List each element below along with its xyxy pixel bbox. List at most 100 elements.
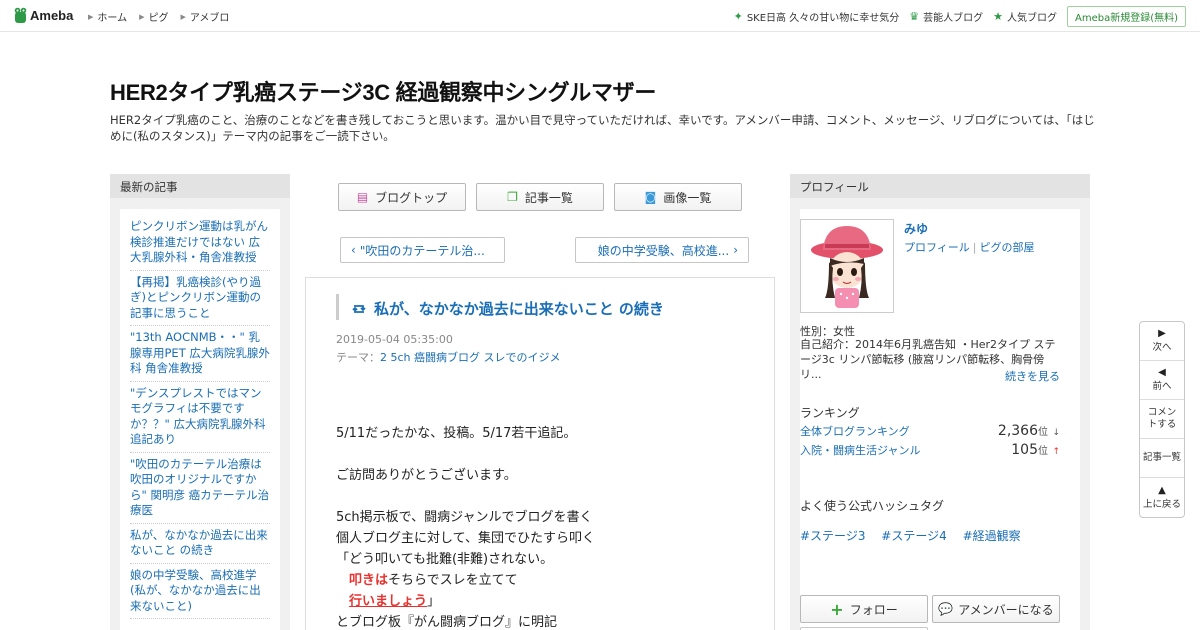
prev-article-side-button[interactable]: ◀ 前へ xyxy=(1140,361,1184,400)
speech-bubble-icon: 💬 xyxy=(938,602,954,616)
nav-home[interactable]: ▶ ホーム xyxy=(88,9,128,25)
theme-link[interactable]: 2 5ch 癌闘病ブログ スレでのイジメ xyxy=(380,351,561,364)
latest-article-item[interactable]: "吹田のカテーテル治療は吹田のオリジナルですから" 関明彦 癌カテーテル治療医 xyxy=(130,457,270,524)
article-list-button[interactable]: ❐ 記事一覧 xyxy=(476,183,604,211)
nav-ameblo[interactable]: ▶ アメブロ xyxy=(180,9,230,25)
copy-icon: ❐ xyxy=(507,190,518,204)
emphasis-text: 叩きは xyxy=(349,573,389,588)
ranking-heading: ランキング xyxy=(800,406,860,420)
hashtag-heading: よく使う公式ハッシュタグ xyxy=(800,499,945,513)
latest-articles-heading: 最新の記事 xyxy=(110,174,290,198)
rank-value: 105 xyxy=(1011,442,1038,458)
profile-heading: プロフィール xyxy=(790,174,1090,198)
caret-right-icon: ▶ xyxy=(139,12,145,21)
hashtag-link[interactable]: #ステージ3 xyxy=(800,529,865,543)
blog-title[interactable]: HER2タイプ乳癌ステージ3C 経過観察中シングルマザー xyxy=(110,75,656,107)
prev-article-button[interactable]: ‹ "吹田のカテーテル治... xyxy=(340,237,505,263)
top-right-links: ✦ SKE日高 久々の甘い物に幸せ気分 ♛ 芸能人ブログ ★ 人気ブログ Ameba新… xyxy=(734,6,1186,27)
body-line: 「どう叩いても批難(非難)されない。 xyxy=(336,552,554,567)
latest-article-item[interactable]: ピンクリボン運動は乳がん検診推進だけではない 広大乳腺外科・角舎准教授 xyxy=(130,219,270,271)
image-list-label: 画像一覧 xyxy=(663,190,712,205)
article-body: 5/11だったかな、投稿。5/17若干追記。 ご訪問ありがとうございます。 5c… xyxy=(336,423,595,630)
body-line: 叩きはそちらでスレを立てて xyxy=(336,570,595,591)
read-more-link[interactable]: 続きを見る xyxy=(1005,368,1060,384)
amember-button[interactable]: 💬 アメンバーになる xyxy=(932,595,1060,623)
blog-description: HER2タイプ乳癌のこと、治療のことなどを書き残しておこうと思います。温かい目で… xyxy=(110,113,1095,143)
caret-right-icon: ▶ xyxy=(88,12,94,21)
body-text: 」 xyxy=(427,594,441,609)
body-line: 個人ブログ主に対して、集団でひたすら叩く xyxy=(336,531,595,546)
rank-value: 2,366 xyxy=(997,423,1038,439)
profile-links: プロフィール | ピグの部屋 xyxy=(904,239,1035,255)
article-date: 2019-05-04 05:35:00 xyxy=(336,333,453,346)
title-accent-bar xyxy=(336,294,339,320)
side-prev-label: 前へ xyxy=(1152,381,1172,392)
chevron-left-icon: ‹ xyxy=(351,243,356,257)
topic-link[interactable]: ✦ SKE日高 久々の甘い物に幸せ気分 xyxy=(734,9,900,24)
ranking-genre-link[interactable]: 入院・闘病生活ジャンル xyxy=(800,442,920,458)
blog-top-label: ブログトップ xyxy=(375,190,448,205)
hashtag-link[interactable]: #ステージ4 xyxy=(881,529,946,543)
blog-nav-buttons: ▤ ブログトップ ❐ 記事一覧 ◙ 画像一覧 xyxy=(338,183,752,211)
body-text: そちらでスレを立てて xyxy=(388,573,518,588)
next-article-button[interactable]: 娘の中学受験、高校進... › xyxy=(575,237,749,263)
avatar[interactable] xyxy=(800,219,894,313)
latest-article-item[interactable]: 娘の中学受験、高校進学(私が、なかなか過去に出来ないこと) xyxy=(130,568,270,619)
back-to-top-button[interactable]: ▲ 上に戻る xyxy=(1140,478,1184,517)
latest-article-item[interactable]: 私が、なかなか過去に出来ないこと の続き xyxy=(130,528,270,564)
body-line: 5ch掲示板で、闘病ジャンルでブログを書く xyxy=(336,510,593,525)
chevron-right-icon: › xyxy=(733,243,738,257)
camera-icon: ◙ xyxy=(644,190,657,204)
ranking-overall-value: 2,366位 ↓ xyxy=(998,423,1060,439)
blog-top-button[interactable]: ▤ ブログトップ xyxy=(338,183,466,211)
image-list-button[interactable]: ◙ 画像一覧 xyxy=(614,183,742,211)
article-list-label: 記事一覧 xyxy=(524,190,573,205)
next-article-side-button[interactable]: ▶ 次へ xyxy=(1140,322,1184,361)
side-comment-label: コメントする xyxy=(1147,407,1177,430)
nav-ameblo-label: アメブロ xyxy=(189,13,230,24)
popular-blog-link[interactable]: ★ 人気ブログ xyxy=(993,9,1057,24)
profile-sidebar: プロフィール みゆ プロフィール | ピグの部屋 性別：女性 自己紹介：2014… xyxy=(790,174,1090,630)
body-line: 5/11だったかな、投稿。5/17若干追記。 xyxy=(336,426,577,441)
latest-article-item[interactable]: "デンスプレストではマンモグラフィは不要ですか？？" 広大病院乳腺外科 追記あり xyxy=(130,386,270,453)
nav-pig[interactable]: ▶ ピグ xyxy=(139,9,168,25)
latest-article-item[interactable]: 【再掲】乳癌検診(やり過ぎ)とピンクリボン運動の記事に思うこと xyxy=(130,275,270,326)
frog-logo-icon xyxy=(14,7,27,23)
sparkle-icon: ✦ xyxy=(733,10,743,23)
prev-article-label: "吹田のカテーテル治... xyxy=(359,243,485,258)
trend-up-icon: ↑ xyxy=(1052,447,1060,457)
next-article-label: 娘の中学受験、高校進... xyxy=(597,243,730,258)
top-nav: ▶ ホーム ▶ ピグ ▶ アメブロ xyxy=(88,9,241,25)
popular-blog-label: 人気ブログ xyxy=(1006,13,1057,24)
profile-link[interactable]: プロフィール xyxy=(904,241,970,254)
register-button[interactable]: Ameba新規登録(無料) xyxy=(1066,6,1186,27)
side-article-list-label: 記事一覧 xyxy=(1142,452,1181,463)
ranking-overall-link[interactable]: 全体ブログランキング xyxy=(800,423,910,439)
triangle-left-icon: ◀ xyxy=(1158,367,1166,378)
hashtag-link[interactable]: #経過観察 xyxy=(963,529,1021,543)
nav-home-label: ホーム xyxy=(97,13,128,24)
trend-down-icon: ↓ xyxy=(1052,428,1060,438)
ranking-row-genre: 入院・闘病生活ジャンル 105位 ↑ xyxy=(800,442,1060,458)
latest-article-item[interactable]: "13th AOCNMB・・" 乳腺専用PET 広大病院乳腺外科 角舎准教授 xyxy=(130,330,270,382)
celebrity-blog-link[interactable]: ♛ 芸能人ブログ xyxy=(909,9,983,24)
comment-side-button[interactable]: コメントする xyxy=(1140,400,1184,439)
latest-articles-list: ピンクリボン運動は乳がん検診推進だけではない 広大乳腺外科・角舎准教授 【再掲】… xyxy=(120,209,280,630)
caret-right-icon: ▶ xyxy=(180,12,186,21)
follow-button[interactable]: + フォロー xyxy=(800,595,928,623)
topic-link-label: SKE日高 久々の甘い物に幸せ気分 xyxy=(746,13,900,24)
avatar-illustration xyxy=(801,220,893,312)
pig-room-link[interactable]: ピグの部屋 xyxy=(980,241,1035,254)
star-icon: ★ xyxy=(993,10,1003,23)
profile-name[interactable]: みゆ xyxy=(904,220,928,237)
emphasis-text: 行いましょう xyxy=(349,594,428,609)
ranking-row-overall: 全体ブログランキング 2,366位 ↓ xyxy=(800,423,1060,439)
triangle-right-icon: ▶ xyxy=(1158,328,1166,339)
article-list-side-button[interactable]: 記事一覧 xyxy=(1140,439,1184,478)
ameba-logo[interactable]: Ameba xyxy=(14,7,73,24)
logo-text: Ameba xyxy=(30,8,74,23)
plus-icon: + xyxy=(830,599,844,619)
article-title[interactable]: 私が、なかなか過去に出来ないこと の続き xyxy=(350,298,750,319)
article: 私が、なかなか過去に出来ないこと の続き 2019-05-04 05:35:00… xyxy=(305,277,775,630)
reblog-icon xyxy=(352,304,366,313)
